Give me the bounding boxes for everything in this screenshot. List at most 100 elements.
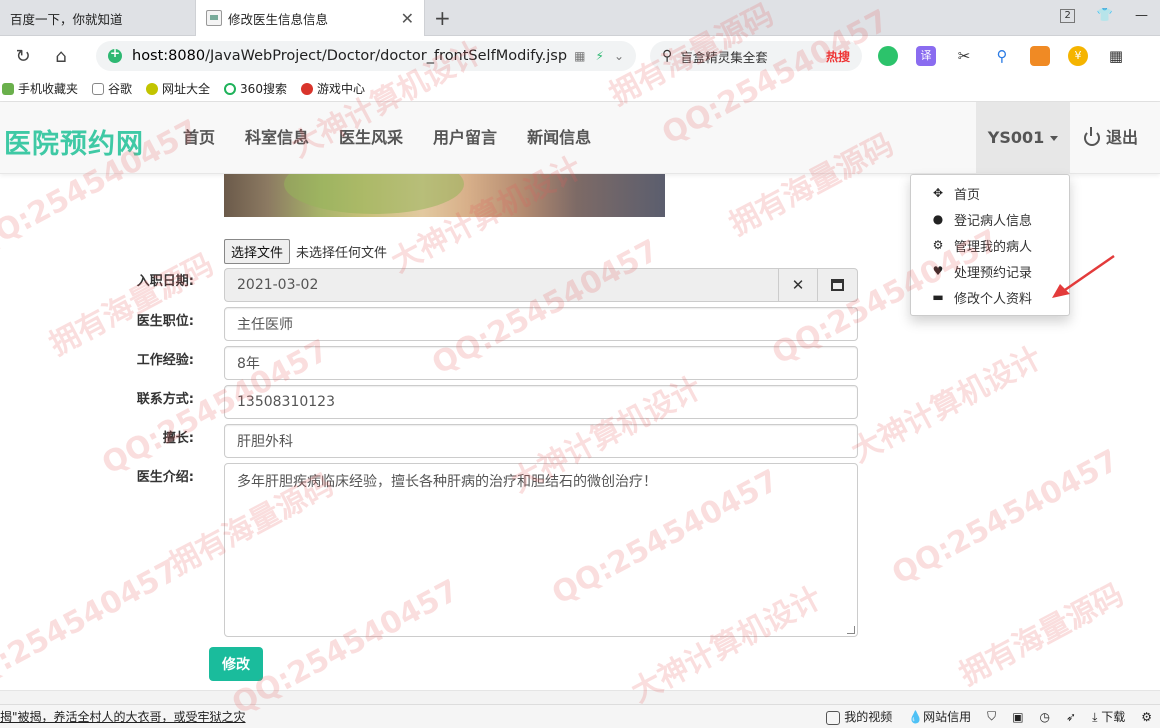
submit-modify-button[interactable]: 修改	[209, 647, 263, 681]
nav-news[interactable]: 新闻信息	[512, 102, 606, 174]
hot-search-badge[interactable]: 热搜	[826, 48, 850, 65]
close-icon: ✕	[791, 276, 805, 294]
specialty-label: 擅长:	[162, 431, 194, 446]
photo-upload: 选择文件 未选择任何文件	[224, 239, 387, 264]
history-icon[interactable]: ◷	[1040, 710, 1050, 724]
bookmark-google[interactable]: 谷歌	[92, 80, 132, 97]
contact-label: 联系方式:	[136, 392, 194, 407]
move-icon: ✥	[932, 186, 944, 200]
logout-button[interactable]: 退出	[1084, 102, 1138, 174]
resize-handle-icon[interactable]	[847, 626, 855, 634]
watermark: 拥有海量源码	[43, 247, 220, 363]
security-shield-icon	[108, 46, 122, 63]
my-video-button[interactable]: 我的视频	[826, 708, 892, 725]
magnifier-icon[interactable]: ⚲	[992, 46, 1012, 66]
address-bar[interactable]: host:8080/JavaWebProject/Doctor/doctor_f…	[96, 41, 636, 71]
bookmark-games[interactable]: 游戏中心	[300, 80, 365, 97]
nav-messages[interactable]: 用户留言	[418, 102, 512, 174]
clear-date-button[interactable]: ✕	[778, 268, 818, 302]
360-icon	[224, 82, 237, 95]
bookmark-hao123[interactable]: 网址大全	[146, 80, 210, 97]
hire-date-label: 入职日期:	[136, 274, 194, 289]
nav-departments[interactable]: 科室信息	[230, 102, 324, 174]
user-dropdown-toggle[interactable]: YS001	[976, 102, 1070, 174]
rocket-icon[interactable]: ➶	[1066, 710, 1076, 724]
lightning-icon[interactable]: ⚡	[596, 49, 604, 63]
intro-text: 多年肝胆疾病临床经验，擅长各种肝病的治疗和胆结石的微创治疗！	[237, 474, 657, 490]
dropdown-item-manage-patients[interactable]: ⚙ 管理我的病人	[911, 232, 1069, 258]
page-icon	[92, 82, 105, 95]
qr-code-icon[interactable]: ▦	[574, 49, 585, 63]
red-arrow-annotation	[1052, 254, 1115, 298]
coupon-icon[interactable]: ¥	[1068, 46, 1088, 66]
minimize-icon[interactable]: —	[1135, 8, 1148, 23]
dropdown-item-home[interactable]: ✥ 首页	[911, 180, 1069, 206]
tab-count-badge[interactable]: 2	[1060, 8, 1075, 23]
hire-date-input[interactable]: 2021-03-02	[224, 268, 778, 302]
user-icon: ●	[932, 212, 944, 226]
caret-down-icon	[1050, 136, 1059, 141]
settings-icon[interactable]: ⚙	[1141, 710, 1152, 724]
experience-label: 工作经验:	[136, 353, 194, 368]
download-icon: ⤓	[1092, 710, 1098, 724]
dropdown-item-register-patient[interactable]: ● 登记病人信息	[911, 206, 1069, 232]
username: YS001	[987, 128, 1045, 147]
apps-grid-icon[interactable]: ▦	[1106, 46, 1126, 66]
image-icon[interactable]: ▣	[1012, 710, 1023, 724]
window-controls: 2 👕 —	[1060, 8, 1148, 23]
close-icon[interactable]: ✕	[401, 9, 414, 28]
dropdown-item-appointments[interactable]: ♥ 处理预约记录	[911, 258, 1069, 284]
site-credit-button[interactable]: 💧网站信用	[908, 708, 971, 725]
cog-icon: ⚙	[932, 238, 944, 252]
specialty-input[interactable]: 肝胆外科	[224, 424, 858, 458]
news-ticker-link[interactable]: 揭"被揭，养活全村人的大衣哥，或受牢狱之灾	[0, 708, 246, 725]
download-button[interactable]: ⤓ 下载	[1092, 708, 1125, 725]
heart-icon: ♥	[932, 264, 944, 278]
translate-icon[interactable]: 译	[916, 46, 936, 66]
intro-textarea[interactable]: 多年肝胆疾病临床经验，擅长各种肝病的治疗和胆结石的微创治疗！	[224, 463, 858, 637]
chevron-down-icon[interactable]: ⌄	[614, 49, 624, 63]
calendar-icon	[831, 279, 844, 291]
main-menu: 首页 科室信息 医生风采 用户留言 新闻信息	[168, 102, 606, 174]
video-icon	[826, 710, 841, 725]
page-favicon-icon	[206, 10, 222, 26]
search-suggestion: 盲盒精灵集全套	[680, 49, 768, 65]
tab-baidu[interactable]: 百度一下，你就知道	[0, 0, 195, 36]
reload-icon[interactable]: ↻	[8, 46, 38, 67]
home-icon[interactable]: ⌂	[46, 46, 76, 67]
open-calendar-button[interactable]	[818, 268, 858, 302]
dropdown-item-modify-profile[interactable]: ▬ 修改个人资料	[911, 284, 1069, 310]
bookmark-360search[interactable]: 360搜索	[224, 80, 287, 97]
gamepad-icon[interactable]	[1030, 46, 1050, 66]
logout-label: 退出	[1106, 128, 1139, 147]
experience-input[interactable]: 8年	[224, 346, 858, 380]
site-navbar: 医院预约网 首页 科室信息 医生风采 用户留言 新闻信息 YS001 退出	[0, 102, 1160, 174]
search-icon: ⚲	[662, 48, 673, 64]
choose-file-button[interactable]: 选择文件	[224, 239, 291, 264]
credit-card-icon: ▬	[932, 290, 944, 304]
watermark: 拥有海量源码	[953, 577, 1130, 693]
watermark: 大神计算机设计	[845, 340, 1048, 470]
nav-doctors[interactable]: 医生风采	[324, 102, 418, 174]
bookmark-mobile[interactable]: 手机收藏夹	[2, 80, 78, 97]
nav-home[interactable]: 首页	[168, 102, 230, 174]
browser-toolbar: ↻ ⌂ host:8080/JavaWebProject/Doctor/doct…	[0, 36, 1160, 76]
doctor-photo	[224, 174, 665, 217]
new-tab-icon[interactable]: +	[434, 6, 451, 30]
power-icon	[1084, 127, 1100, 146]
scissors-icon[interactable]: ✂	[954, 46, 974, 66]
tab-modify-doctor[interactable]: 修改医生信息信息 ✕	[195, 0, 425, 36]
site-brand[interactable]: 医院预约网	[4, 122, 144, 161]
wechat-icon[interactable]	[878, 46, 898, 66]
contact-input[interactable]: 13508310123	[224, 385, 858, 419]
shirt-icon[interactable]: 👕	[1097, 8, 1113, 23]
search-box[interactable]: ⚲ 盲盒精灵集全套 热搜	[650, 41, 862, 71]
url-text[interactable]: host:8080/JavaWebProject/Doctor/doctor_f…	[132, 48, 574, 64]
game-center-icon	[300, 82, 313, 95]
shield-icon[interactable]: ⛉	[987, 709, 996, 724]
hire-date-picker: 2021-03-02 ✕	[224, 268, 858, 302]
position-input[interactable]: 主任医师	[224, 307, 858, 341]
tab-title: 修改医生信息信息	[228, 11, 329, 27]
intro-label: 医生介绍:	[136, 470, 194, 485]
bookmarks-bar: 手机收藏夹 谷歌 网址大全 360搜索 游戏中心	[0, 76, 1160, 102]
